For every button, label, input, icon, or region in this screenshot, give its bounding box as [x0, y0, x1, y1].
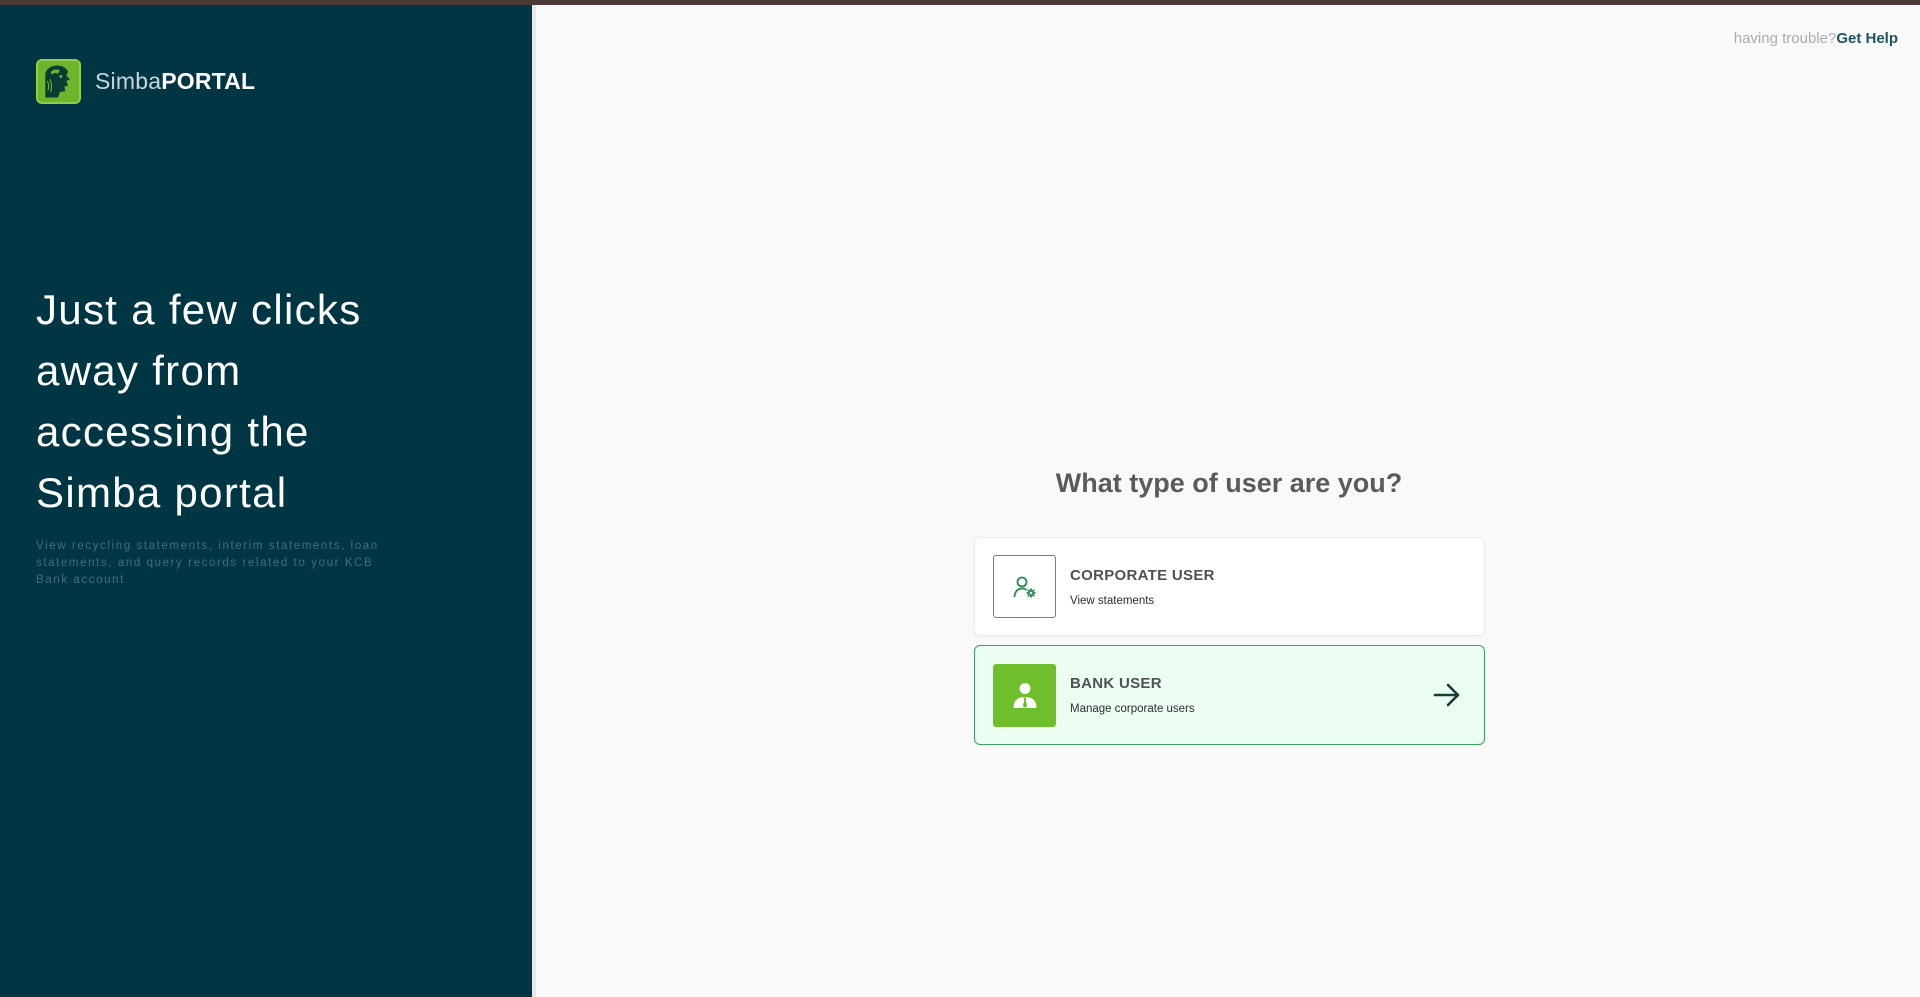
arrow-right-icon[interactable] — [1432, 680, 1462, 710]
bank-user-title: BANK USER — [1070, 675, 1162, 692]
brand-name-bold: PORTAL — [161, 68, 256, 94]
lion-logo-icon — [36, 59, 81, 104]
brand-name: SimbaPORTAL — [95, 68, 255, 95]
bank-user-text: BANK USER Manage corporate users — [1070, 675, 1432, 715]
hero-subtext: View recycling statements, interim state… — [36, 540, 379, 586]
corporate-user-title: CORPORATE USER — [1070, 566, 1215, 584]
brand-name-light: Simba — [95, 68, 162, 94]
sidebar-panel: SimbaPORTAL Just a few clicks away from … — [0, 5, 532, 997]
user-gear-icon — [993, 555, 1056, 618]
get-help-link[interactable]: Get Help — [1836, 30, 1898, 47]
corporate-user-option[interactable]: CORPORATE USER View statements — [974, 537, 1485, 636]
help-area: having trouble?Get Help — [1734, 30, 1898, 47]
help-prompt: having trouble? — [1733, 30, 1837, 47]
brand-logo[interactable]: SimbaPORTAL — [36, 59, 255, 104]
panel-divider — [532, 5, 536, 997]
corporate-user-text: CORPORATE USER View statements — [1070, 567, 1484, 607]
hero-headline: Just a few clicks away from accessing th… — [36, 286, 362, 516]
corporate-user-description: View statements — [1070, 594, 1155, 607]
user-tie-icon — [993, 663, 1056, 727]
bank-user-description: Manage corporate users — [1070, 703, 1195, 715]
user-type-question: What type of user are you? — [1055, 468, 1403, 498]
bank-user-option[interactable]: BANK USER Manage corporate users — [974, 645, 1485, 745]
